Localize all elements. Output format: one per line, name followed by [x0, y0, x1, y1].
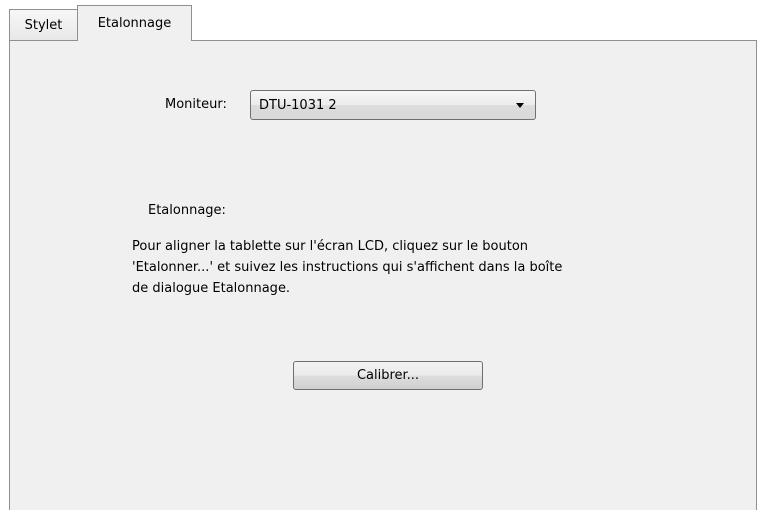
- description-line: 'Etalonner...' et suivez les instruction…: [132, 260, 563, 275]
- window-edge: [757, 40, 761, 504]
- description-line: Pour aligner la tablette sur l'écran LCD…: [132, 239, 529, 254]
- calibrate-button-label: Calibrer...: [356, 368, 420, 383]
- chevron-down-icon: [516, 102, 524, 108]
- calibration-description: Pour aligner la tablette sur l'écran LCD…: [132, 236, 672, 299]
- properties-window: Stylet Etalonnage Moniteur: DTU-1031 2 E…: [0, 0, 761, 510]
- calibration-section-title: Etalonnage:: [148, 203, 226, 218]
- etalonnage-panel: Moniteur: DTU-1031 2 Etalonnage: Pour al…: [9, 40, 757, 510]
- monitor-label: Moniteur:: [165, 97, 227, 112]
- tab-stylet[interactable]: Stylet: [9, 9, 78, 40]
- monitor-select-value: DTU-1031 2: [259, 97, 337, 113]
- monitor-select[interactable]: DTU-1031 2: [250, 90, 536, 120]
- tab-bar: Stylet Etalonnage: [9, 5, 757, 41]
- calibrate-button[interactable]: Calibrer...: [293, 361, 483, 390]
- description-line: de dialogue Etalonnage.: [132, 281, 291, 296]
- tab-etalonnage-label: Etalonnage: [97, 16, 172, 31]
- tab-stylet-label: Stylet: [24, 17, 63, 33]
- tab-etalonnage[interactable]: Etalonnage: [77, 5, 192, 41]
